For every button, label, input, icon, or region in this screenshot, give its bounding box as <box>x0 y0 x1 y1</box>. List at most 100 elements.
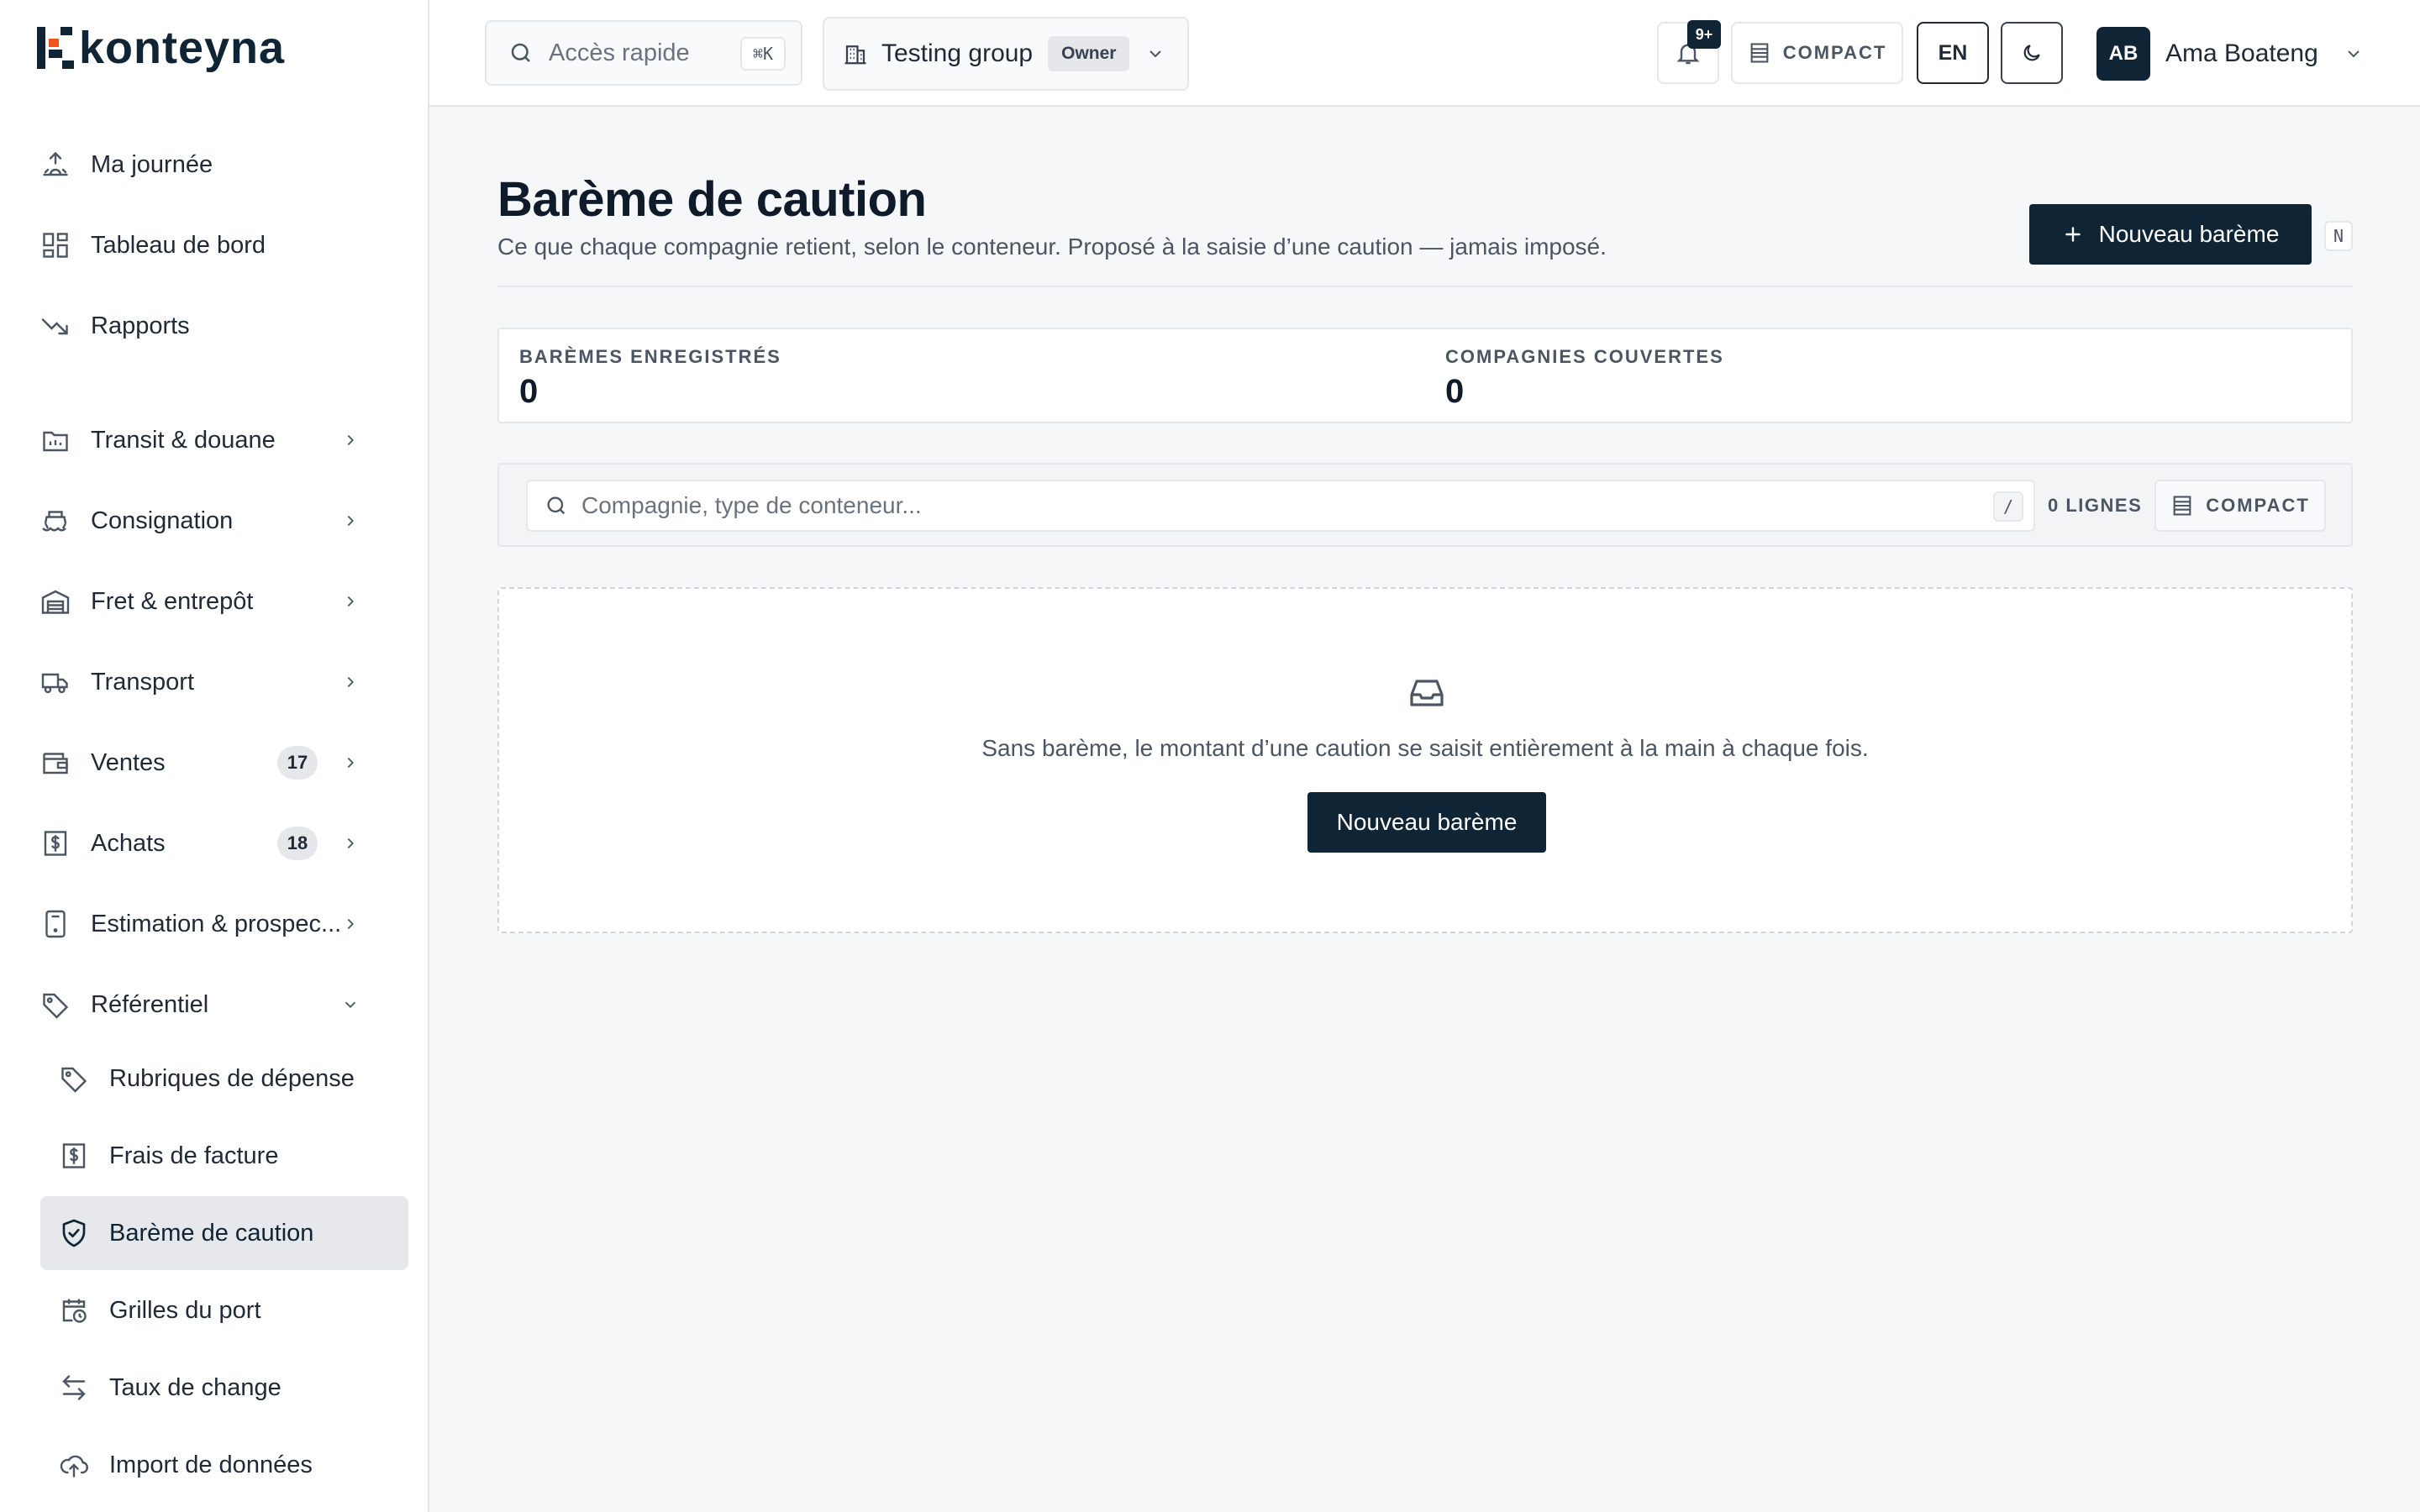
shield-check-icon <box>62 1219 86 1247</box>
sidebar-item-consignation[interactable]: Consignation <box>40 497 393 544</box>
chevron-right-icon <box>347 918 355 930</box>
chevron-right-icon <box>347 434 355 446</box>
new-bareme-button[interactable]: Nouveau barème <box>2029 204 2312 265</box>
compact-view-button[interactable]: COMPACT <box>2154 480 2326 532</box>
folder-icon <box>43 431 68 452</box>
sidebar-item-ma-journee[interactable]: Ma journée <box>40 141 393 188</box>
compact-label: COMPACT <box>1782 42 1887 63</box>
list-icon <box>2173 496 2191 516</box>
stats-panel: BARÈMES ENREGISTRÉS 0 COMPAGNIES COUVERT… <box>497 328 2353 423</box>
tag-icon <box>61 1067 87 1093</box>
new-shortcut-key: N <box>2324 221 2353 251</box>
topbar: Accès rapide ⌘K Testing group Owner 9+ C… <box>429 0 2420 107</box>
sidebar-subitem-grilles-port[interactable]: Grilles du port <box>40 1273 408 1347</box>
sidebar-subitem-bareme-caution[interactable]: Barème de caution <box>40 1196 408 1270</box>
stat-baremes: BARÈMES ENREGISTRÉS 0 <box>519 346 781 411</box>
brand-logo[interactable]: konteyna <box>37 22 285 74</box>
list-icon <box>1750 43 1769 63</box>
sidebar: konteyna Ma journée Tableau de bord Rapp… <box>0 0 429 1512</box>
filter-search-input[interactable]: Compagnie, type de conteneur... / <box>526 480 2035 532</box>
new-bareme-label: Nouveau barème <box>2098 221 2280 247</box>
sidebar-subitem-import[interactable]: Import de données <box>40 1428 408 1502</box>
sidebar-item-transport[interactable]: Transport <box>40 659 393 706</box>
konteyna-logo-icon <box>37 27 74 69</box>
sidebar-item-label: Rapports <box>91 312 190 339</box>
inbox-icon <box>1410 680 1444 706</box>
trend-down-icon <box>41 318 68 335</box>
chevron-right-icon <box>347 837 355 849</box>
count-badge: 18 <box>277 827 318 860</box>
empty-message: Sans barème, le montant d’une caution se… <box>981 735 1869 761</box>
calendar-clock-icon <box>62 1299 87 1323</box>
sidebar-item-label: Consignation <box>91 507 234 534</box>
cloud-upload-icon <box>60 1455 88 1478</box>
shortcut-key: / <box>1993 491 2023 522</box>
sidebar-item-transit-douane[interactable]: Transit & douane <box>40 417 393 464</box>
sidebar-item-ventes[interactable]: Ventes 17 <box>40 739 393 786</box>
filter-bar: Compagnie, type de conteneur... / 0 LIGN… <box>497 463 2353 547</box>
wallet-icon <box>43 753 68 774</box>
sunrise-icon <box>43 151 68 176</box>
row-count: 0 LIGNES <box>2048 495 2143 516</box>
language-label: EN <box>1938 40 1968 65</box>
dollar-receipt-icon <box>62 1143 86 1168</box>
sidebar-item-tableau-de-bord[interactable]: Tableau de bord <box>40 222 393 269</box>
sidebar-item-estimation[interactable]: Estimation & prospec... <box>40 900 393 948</box>
role-badge: Owner <box>1048 36 1130 71</box>
moon-icon <box>2023 45 2040 61</box>
chevron-right-icon <box>347 757 355 769</box>
empty-new-bareme-button[interactable]: Nouveau barème <box>1307 792 1546 853</box>
sidebar-item-label: Fret & entrepôt <box>91 587 254 615</box>
calculator-icon <box>45 910 66 938</box>
sidebar-item-label: Estimation & prospec... <box>91 910 342 937</box>
tag-icon <box>43 993 69 1019</box>
sidebar-item-label: Frais de facture <box>109 1142 279 1169</box>
ship-icon <box>42 511 67 532</box>
quick-search[interactable]: Accès rapide ⌘K <box>485 20 802 86</box>
sidebar-item-label: Achats <box>91 829 166 857</box>
compact-toggle-button[interactable]: COMPACT <box>1731 22 1903 84</box>
group-selector[interactable]: Testing group Owner <box>823 17 1189 91</box>
sidebar-item-rapports[interactable]: Rapports <box>40 302 393 349</box>
stat-compagnies: COMPAGNIES COUVERTES 0 <box>1445 346 1724 411</box>
sidebar-item-achats[interactable]: Achats 18 <box>40 820 393 867</box>
avatar: AB <box>2096 27 2150 81</box>
chevron-down-icon <box>2348 50 2360 58</box>
chevron-down-icon <box>345 1001 356 1009</box>
empty-state: Sans barème, le montant d’une caution se… <box>497 587 2353 933</box>
filter-placeholder: Compagnie, type de conteneur... <box>581 492 922 518</box>
compact-label: COMPACT <box>2206 495 2310 516</box>
dashboard-icon <box>43 233 68 258</box>
sidebar-subitem-rubriques[interactable]: Rubriques de dépense <box>40 1042 408 1116</box>
sidebar-item-label: Ma journée <box>91 150 213 178</box>
sidebar-subitem-taux-change[interactable]: Taux de change <box>40 1351 408 1425</box>
arrows-swap-icon <box>62 1375 86 1400</box>
search-icon <box>547 496 566 515</box>
sidebar-item-fret-entrepot[interactable]: Fret & entrepôt <box>40 578 393 625</box>
language-button[interactable]: EN <box>1917 22 1989 84</box>
quick-search-label: Accès rapide <box>549 39 690 66</box>
sidebar-item-label: Rubriques de dépense <box>109 1064 355 1092</box>
notifications-button[interactable]: 9+ <box>1657 20 1721 84</box>
group-name: Testing group <box>881 39 1034 67</box>
sidebar-item-label: Barème de caution <box>109 1219 314 1247</box>
brand-name: konteyna <box>79 23 286 73</box>
search-icon <box>511 43 530 62</box>
plus-icon <box>2065 227 2081 242</box>
sidebar-item-label: Ventes <box>91 748 166 776</box>
stat-label: COMPAGNIES COUVERTES <box>1445 346 1724 367</box>
notifications-badge: 9+ <box>1687 20 1721 49</box>
theme-toggle-button[interactable] <box>2001 22 2063 84</box>
sidebar-item-label: Taux de change <box>109 1373 281 1401</box>
count-badge: 17 <box>277 746 318 780</box>
sidebar-item-label: Import de données <box>109 1451 313 1478</box>
user-menu[interactable]: AB Ama Boateng <box>2096 27 2364 81</box>
chevron-down-icon <box>1150 50 1161 58</box>
user-name: Ama Boateng <box>2165 39 2318 67</box>
sidebar-item-label: Tableau de bord <box>91 231 266 259</box>
sidebar-item-label: Référentiel <box>91 990 209 1018</box>
sidebar-item-label: Grilles du port <box>109 1296 261 1324</box>
sidebar-subitem-frais-facture[interactable]: Frais de facture <box>40 1119 408 1193</box>
sidebar-item-referentiel[interactable]: Référentiel <box>40 981 393 1028</box>
stat-label: BARÈMES ENREGISTRÉS <box>519 346 781 367</box>
